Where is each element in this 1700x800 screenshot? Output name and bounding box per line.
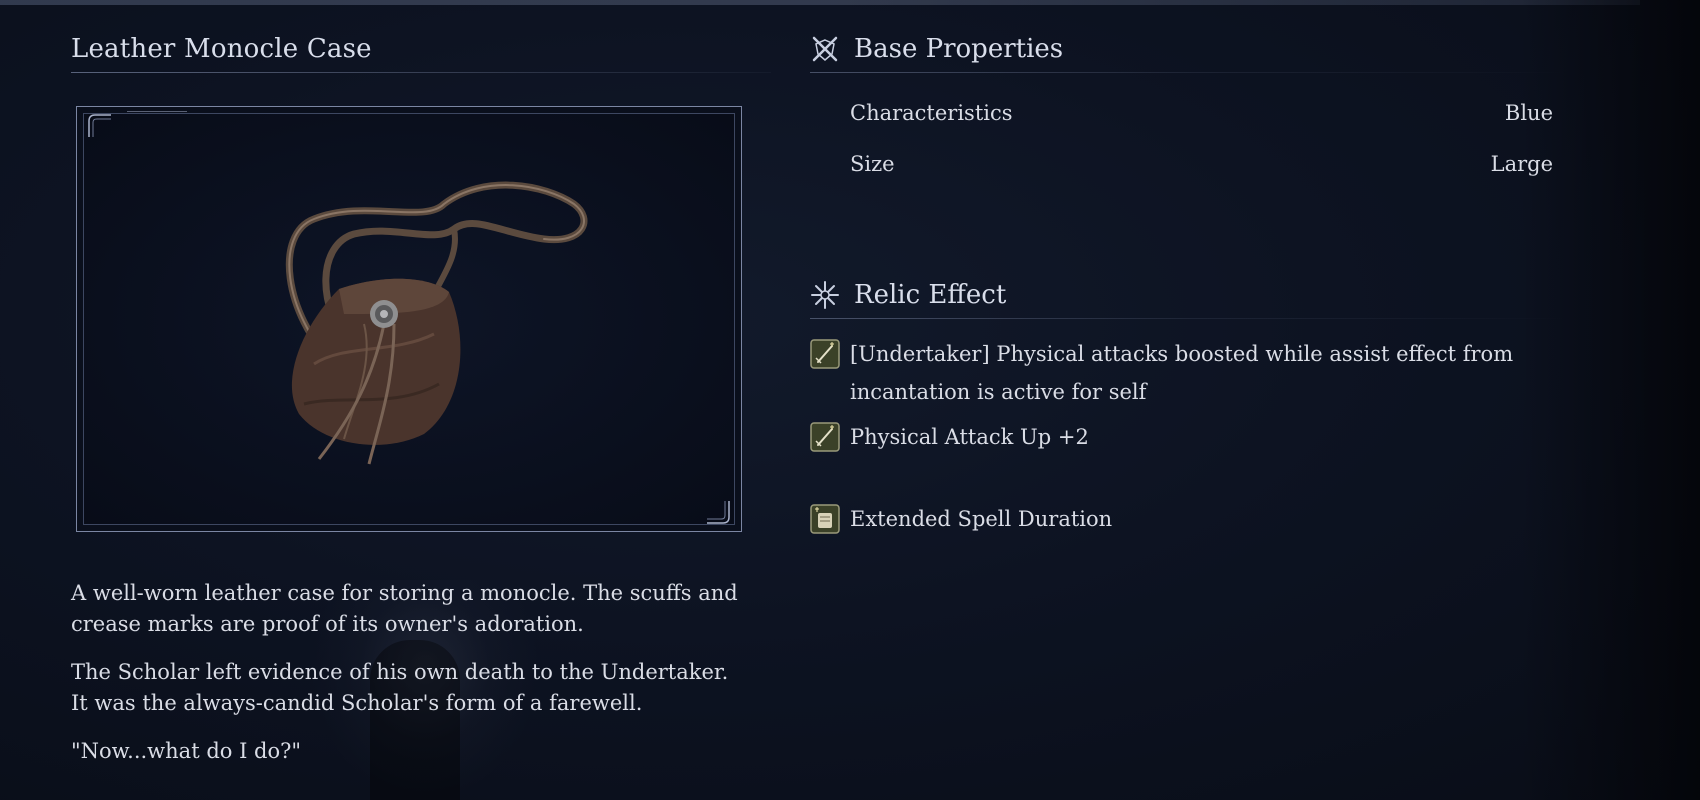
relic-effect-text: [Undertaker] Physical attacks boosted wh…: [850, 342, 1514, 404]
item-image-panel: [83, 113, 735, 525]
description-quote: "Now...what do I do?": [71, 739, 302, 763]
relic-effect-item: [Undertaker] Physical attacks boosted wh…: [810, 335, 1630, 411]
description-paragraph: The Scholar left evidence of his own dea…: [71, 660, 729, 715]
relic-effect-title: Relic Effect: [854, 280, 1007, 310]
property-value: Large: [1490, 152, 1553, 176]
sword-icon: [810, 422, 840, 452]
frame-corner-ornament: [88, 114, 111, 137]
crossed-swords-icon: [812, 36, 838, 62]
item-title: Leather Monocle Case: [71, 34, 372, 64]
relic-effect-divider: [810, 318, 1570, 319]
sword-icon: [810, 339, 840, 369]
title-divider: [71, 72, 771, 73]
scroll-icon: [810, 504, 840, 534]
relic-effect-heading: Relic Effect: [810, 280, 1006, 310]
property-row-size: Size Large: [850, 152, 1553, 176]
frame-corner-ornament: [707, 501, 730, 524]
property-label: Size: [850, 152, 895, 176]
property-label: Characteristics: [850, 101, 1013, 125]
base-properties-title: Base Properties: [854, 34, 1064, 64]
frame-accent-line: [127, 111, 187, 112]
relic-effect-text: Physical Attack Up +2: [850, 425, 1089, 449]
leather-pouch-image: [285, 181, 588, 465]
item-description: A well-worn leather case for storing a m…: [71, 578, 751, 784]
base-properties-divider: [810, 72, 1570, 73]
property-row-characteristics: Characteristics Blue: [850, 101, 1553, 125]
relic-effect-item: Extended Spell Duration: [810, 500, 1630, 538]
relic-effect-text: Extended Spell Duration: [850, 507, 1113, 531]
starburst-icon: [811, 281, 839, 309]
property-value: Blue: [1504, 101, 1553, 125]
item-image-frame: [76, 106, 742, 532]
description-paragraph: A well-worn leather case for storing a m…: [71, 581, 738, 636]
base-properties-heading: Base Properties: [810, 34, 1063, 64]
relic-effect-item: Physical Attack Up +2: [810, 418, 1630, 456]
top-border: [0, 0, 1640, 5]
